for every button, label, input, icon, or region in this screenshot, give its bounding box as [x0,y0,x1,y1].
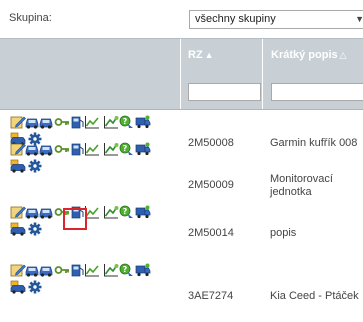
svg-text:?: ? [123,207,128,216]
route-icon[interactable] [103,115,119,129]
vehicle-icon[interactable] [10,222,26,236]
cell-rz: 2M50014 [188,227,234,239]
vehicle-icon[interactable] [10,159,26,173]
cell-desc: Kia Ceed - Ptáček [270,290,359,302]
key-icon[interactable] [54,263,70,277]
truck-icon[interactable] [135,142,151,156]
group-filter-label: Skupina: [9,12,52,24]
sort-asc-icon: △ [339,50,347,60]
key-icon[interactable] [54,115,70,129]
key-icon[interactable] [54,142,70,156]
svg-text:?: ? [123,265,128,274]
location-icon[interactable]: ? [119,263,135,277]
table-row[interactable]: ? 3AE7274 Kia Ceed - Ptáček [0,258,363,322]
car-icon[interactable] [38,142,54,156]
gear-icon[interactable] [27,280,43,294]
sort-asc-icon: ▲ [204,50,214,60]
table-row[interactable]: ? 2M50008 Garmin kufřík 008 [0,110,363,169]
gear-icon[interactable] [27,222,43,236]
desc-filter-input[interactable] [271,83,363,101]
car-icon[interactable] [38,205,54,219]
table-row[interactable]: ? 2M50009 Monitorovací jednotka [0,142,363,199]
location-icon[interactable]: ? [119,205,135,219]
route-icon[interactable] [103,142,119,156]
route-icon[interactable] [103,205,119,219]
cell-desc: Garmin kufřík 008 [270,137,358,149]
table-header: RZ ▲ Krátký popis △ [0,38,363,110]
column-desc-header[interactable]: Krátký popis △ [271,49,347,61]
svg-text:?: ? [123,144,128,153]
column-rz-header[interactable]: RZ ▲ [188,49,214,61]
cell-rz: 2M50009 [188,179,234,191]
chart-icon[interactable] [84,115,100,129]
cell-desc: popis [270,227,297,239]
car-icon[interactable] [38,115,54,129]
truck-icon[interactable] [135,263,151,277]
chevron-down-icon: ▼ [355,14,363,24]
chart-icon[interactable] [84,263,100,277]
group-filter-bar: Skupina: všechny skupiny ▼ [0,0,363,38]
table-row[interactable]: ? 2M50014 popis [0,198,363,259]
group-select[interactable]: všechny skupiny ▼ [189,10,363,29]
group-select-value: všechny skupiny [195,13,276,25]
cell-rz: 2M50008 [188,137,234,149]
truck-icon[interactable] [135,115,151,129]
rz-filter-input[interactable] [188,83,261,101]
location-icon[interactable]: ? [119,142,135,156]
chart-icon[interactable] [84,142,100,156]
location-icon[interactable]: ? [119,115,135,129]
car-icon[interactable] [38,263,54,277]
gear-icon[interactable] [27,159,43,173]
route-icon[interactable] [103,263,119,277]
truck-icon[interactable] [135,205,151,219]
vehicle-icon[interactable] [10,280,26,294]
column-rz: RZ ▲ [180,39,263,109]
column-desc: Krátký popis △ [262,39,363,109]
svg-text:?: ? [123,117,128,126]
highlight-marker [63,208,87,230]
cell-desc: Monitorovací jednotka [270,173,333,198]
cell-rz: 3AE7274 [188,290,234,302]
